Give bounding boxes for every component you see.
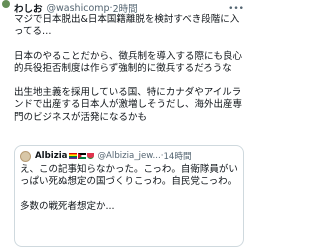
quoted-tweet-time: 14時間 [163, 152, 192, 162]
author-name[interactable]: わしお [14, 1, 43, 15]
quoted-author-avatar [20, 151, 31, 162]
more-icon[interactable]: ••• [228, 4, 244, 14]
palestine-flag-icon [78, 153, 87, 159]
quoted-tweet-header: Albizia @Albizia_jew... · 14時間 [35, 150, 192, 162]
quoted-tweet-text: え、この記事知らなかった。こっわ。自衛隊員がいっぱい死ぬ想定の国づくりこっわ。自… [20, 164, 238, 212]
rainbow-flag-icon [69, 153, 78, 159]
author-avatar[interactable] [2, 0, 10, 8]
quoted-author-name: Albizia [35, 151, 68, 161]
tweet-text: マジで日本脱出&日本国籍離脱を検討すべき段階に入ってる… 日本のやることだから、… [14, 14, 243, 123]
quoted-tweet[interactable]: Albizia @Albizia_jew... · 14時間 え、この記事知らな… [14, 145, 244, 247]
tweet-time[interactable]: 2時間 [113, 1, 138, 15]
author-handle[interactable]: @washicomp [47, 3, 110, 14]
watermelon-icon [87, 153, 95, 159]
quoted-author-flags [69, 153, 95, 159]
quoted-author-handle: @Albizia_jew... [97, 151, 161, 161]
